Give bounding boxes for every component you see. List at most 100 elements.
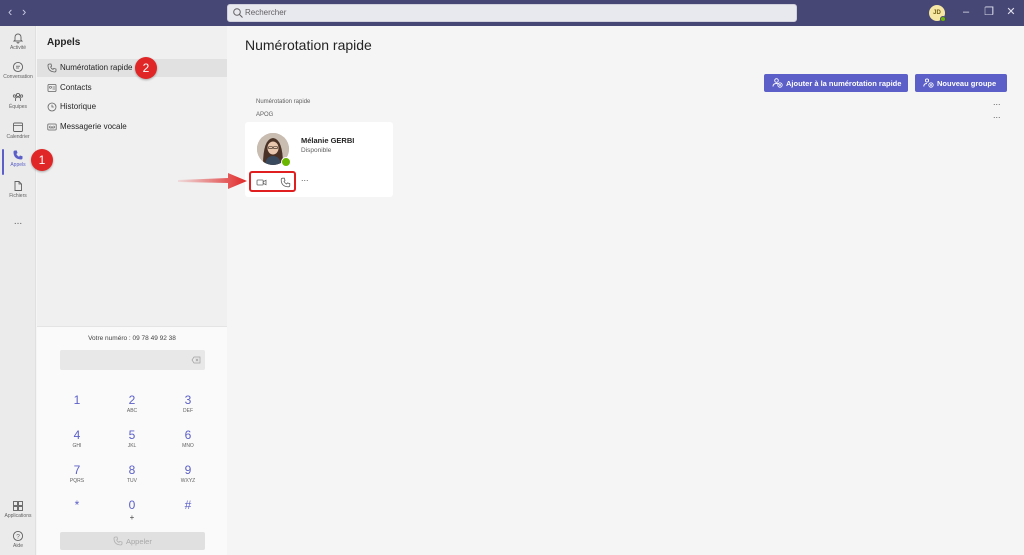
annotation-badge-2: 2 <box>135 57 157 79</box>
rail-label: Calendrier <box>6 134 30 140</box>
section-apog-label: APOG <box>256 112 274 118</box>
video-call-icon[interactable] <box>256 177 267 188</box>
key-digit: 1 <box>73 393 81 407</box>
rail-item-files[interactable]: Fichiers <box>0 180 36 208</box>
panel-item-speed-dial[interactable]: Numérotation rapide <box>37 59 227 77</box>
panel-item-contacts[interactable]: Contacts <box>37 79 227 97</box>
panel-item-voicemail[interactable]: Messagerie vocale <box>37 118 227 136</box>
contact-card[interactable]: Mélanie GERBI Disponible ... <box>245 122 393 197</box>
calendar-icon <box>13 122 23 132</box>
help-icon: ? <box>12 530 24 542</box>
annotation-arrow <box>178 173 247 189</box>
dial-key-3[interactable]: 3 DEF <box>168 393 208 421</box>
call-button[interactable]: Appeler <box>60 532 205 550</box>
new-group-button[interactable]: Nouveau groupe <box>915 74 1007 92</box>
search-placeholder: Rechercher <box>245 8 287 17</box>
dial-key-6[interactable]: 6 MNO <box>168 428 208 456</box>
key-letters: WXYZ <box>180 478 196 484</box>
rail-label: Activité <box>9 45 27 51</box>
dial-key-9[interactable]: 9 WXYZ <box>168 463 208 491</box>
search-input[interactable]: Rechercher <box>227 4 797 22</box>
panel-item-label: Numérotation rapide <box>60 63 133 72</box>
user-status-dot <box>940 16 946 22</box>
more-icon: ... <box>13 216 23 227</box>
add-person-icon <box>772 78 783 88</box>
forward-arrow-icon[interactable]: › <box>22 5 26 19</box>
apps-icon <box>13 501 23 511</box>
svg-text:?: ? <box>16 533 20 540</box>
dial-key-hash[interactable]: # <box>168 498 208 526</box>
contact-presence: Disponible <box>301 147 332 154</box>
active-indicator <box>2 149 4 175</box>
add-speed-dial-label: Ajouter à la numérotation rapide <box>786 79 902 88</box>
dial-key-5[interactable]: 5 JKL <box>112 428 152 456</box>
rail-item-apps[interactable]: Applications <box>0 500 36 528</box>
page-title: Numérotation rapide <box>245 37 372 53</box>
rail-label: Équipes <box>8 104 28 110</box>
dial-key-star[interactable]: * <box>57 498 97 526</box>
panel-title: Appels <box>47 37 81 48</box>
key-letters: DEF <box>183 408 193 414</box>
rail-item-help[interactable]: ? Aide <box>0 530 36 555</box>
erase-icon[interactable] <box>191 355 201 365</box>
dial-key-4[interactable]: 4 GHI <box>57 428 97 456</box>
minimize-icon[interactable]: – <box>958 4 974 20</box>
key-digit: * <box>74 498 80 512</box>
rail-label: Applications <box>4 513 32 519</box>
key-digit: 5 <box>128 428 136 442</box>
rail-label: Aide <box>12 543 23 549</box>
dial-input[interactable] <box>60 350 205 370</box>
rail-label: Fichiers <box>9 193 27 199</box>
add-group-icon <box>923 78 934 88</box>
rail-more-button[interactable]: ... <box>0 211 36 227</box>
new-group-label: Nouveau groupe <box>937 79 997 88</box>
phone-icon <box>113 536 123 546</box>
file-icon <box>14 181 22 191</box>
key-letters: MNO <box>182 443 194 449</box>
call-button-label: Appeler <box>126 537 152 546</box>
dial-key-1[interactable]: 1 <box>57 393 97 421</box>
voicemail-icon <box>47 123 57 131</box>
key-letters: TUV <box>127 478 137 484</box>
key-digit: 9 <box>184 463 192 477</box>
rail-item-teams[interactable]: Équipes <box>0 91 36 119</box>
your-number: Votre numéro : 09 78 49 92 38 <box>88 335 176 342</box>
rail-item-chat[interactable]: Conversation <box>0 61 36 89</box>
panel-item-history[interactable]: Historique <box>37 98 227 116</box>
restore-icon[interactable]: ❐ <box>981 4 997 20</box>
key-letters: GHI <box>72 443 82 449</box>
clock-icon <box>47 102 57 112</box>
key-digit: 3 <box>184 393 192 407</box>
rail-item-calendar[interactable]: Calendrier <box>0 121 36 149</box>
dial-key-7[interactable]: 7 PQRS <box>57 463 97 491</box>
section-apog-more-icon[interactable]: ... <box>993 111 1001 120</box>
contact-more-icon[interactable]: ... <box>301 174 309 183</box>
key-digit: 2 <box>128 393 136 407</box>
section-speed-dial-label: Numérotation rapide <box>256 99 311 105</box>
panel-item-label: Contacts <box>60 83 92 92</box>
annotation-badge-1: 1 <box>31 149 53 171</box>
contact-call-actions <box>249 171 296 192</box>
contact-name: Mélanie GERBI <box>301 136 355 145</box>
key-digit: 6 <box>184 428 192 442</box>
contact-card-icon <box>47 84 57 92</box>
key-digit: # <box>184 498 192 512</box>
section-speed-dial-more-icon[interactable]: ... <box>993 98 1001 107</box>
phone-icon <box>13 150 23 160</box>
add-speed-dial-button[interactable]: Ajouter à la numérotation rapide <box>764 74 908 92</box>
dialpad: Votre numéro : 09 78 49 92 38 1 2 ABC 3 DE… <box>37 326 227 555</box>
back-arrow-icon[interactable]: ‹ <box>8 5 12 19</box>
rail-item-activity[interactable]: Activité <box>0 32 36 60</box>
dial-key-2[interactable]: 2 ABC <box>112 393 152 421</box>
available-status-icon <box>281 157 291 167</box>
key-letters: PQRS <box>69 478 85 484</box>
key-letters: + <box>129 513 135 522</box>
panel-item-label: Historique <box>60 102 97 111</box>
close-icon[interactable]: ✕ <box>1003 4 1019 20</box>
bell-icon <box>12 33 24 44</box>
dial-key-0[interactable]: 0 + <box>112 498 152 526</box>
key-digit: 4 <box>73 428 81 442</box>
audio-call-icon[interactable] <box>280 177 291 188</box>
app-rail: Activité Conversation Équipes Calendrier… <box>0 26 36 555</box>
dial-key-8[interactable]: 8 TUV <box>112 463 152 491</box>
